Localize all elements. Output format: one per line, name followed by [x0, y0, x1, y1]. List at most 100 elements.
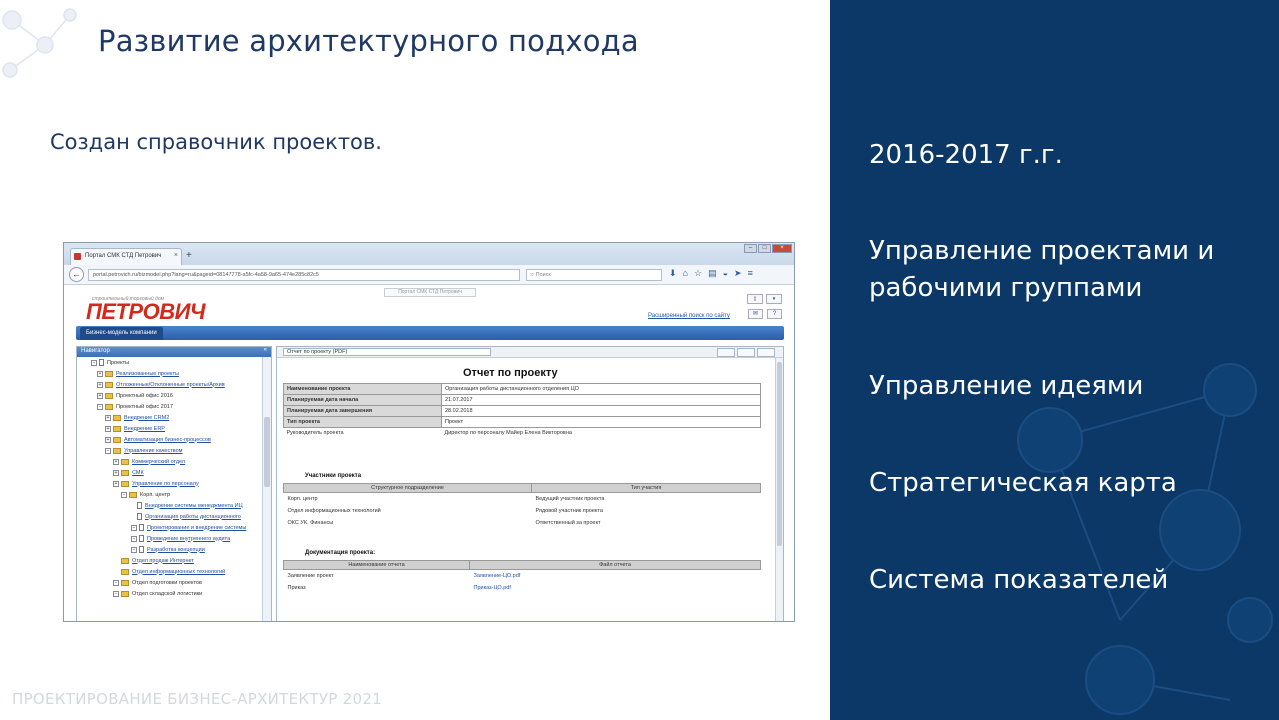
- tree-item[interactable]: + Управление по персоналу: [113, 478, 199, 489]
- help-icon[interactable]: ?: [767, 309, 782, 319]
- navigator-panel: Навигатор « − Проекты + Реализованные прое…: [76, 346, 272, 621]
- new-tab-icon[interactable]: +: [186, 250, 192, 261]
- tree-item[interactable]: − Проектный офис 2017: [97, 401, 173, 412]
- tree-item[interactable]: − Разработка концепции: [131, 544, 205, 555]
- table-row: Руководитель проекта Директор по персонал…: [286, 430, 572, 437]
- item-kpi-system: Система показателей: [869, 565, 1169, 595]
- docs-title: Документация проекта:: [305, 550, 376, 556]
- project-info-table: Наименование проекта Организация работы д…: [283, 383, 761, 439]
- tree-item[interactable]: − Проектирование и внедрение системы: [131, 522, 246, 533]
- tree-item[interactable]: + Реализованные проекты: [97, 368, 179, 379]
- tree-item[interactable]: − Управление качеством: [105, 445, 182, 456]
- browser-toolbar-icons: ⬇ ⌂ ☆ ▤ ◒ ➤ ≡: [669, 268, 753, 279]
- slide-title: Развитие архитектурного подхода: [98, 24, 639, 58]
- report-buttons: [717, 348, 775, 357]
- petrovich-logo[interactable]: ПЕТРОВИЧ: [86, 299, 206, 325]
- table-row: Приказ Приказ-ЦО.pdf: [284, 582, 761, 594]
- address-bar[interactable]: portal.petrovich.ru/bizmodel.php?lang=ru…: [88, 269, 520, 281]
- docs-table: Наименование отчета Файл отчета Заявление…: [283, 560, 761, 594]
- table-row: Заявление проект Заявление-ЦО.pdf: [284, 570, 761, 582]
- tree-item[interactable]: + Автоматизация бизнес-процессов: [105, 434, 211, 445]
- tree-item[interactable]: − Отдел складской логистики: [113, 588, 202, 599]
- menu-icon[interactable]: ≡: [748, 268, 753, 279]
- table-row: Тип проекта Проект: [283, 416, 761, 428]
- table-row: Планируемая дата начала 21.07.2017: [283, 394, 761, 406]
- table-row: ОКС УК. Финансы Ответственный за проект: [287, 519, 601, 526]
- tree-item[interactable]: + Отложенные/Отклоненные проекты/Архив: [97, 379, 225, 390]
- window-controls: – □ ×: [744, 244, 792, 253]
- close-tab-icon[interactable]: ×: [174, 252, 178, 259]
- portal-top-buttons: ▯ ▾: [747, 294, 782, 304]
- doc-link[interactable]: Приказ-ЦО.pdf: [470, 582, 761, 594]
- navigator-header: Навигатор «: [77, 347, 271, 357]
- slide-subtitle: Создан справочник проектов.: [50, 130, 382, 154]
- tree-item[interactable]: − Отдел подготовки проектов: [113, 577, 202, 588]
- tree-item[interactable]: + СМК: [113, 467, 144, 478]
- tree-item[interactable]: Отдел продаж Интернет: [121, 555, 194, 566]
- library-icon[interactable]: ▤: [708, 268, 717, 279]
- portal-page: Портал СМК СТД Петрович строительный тор…: [64, 285, 794, 621]
- search-placeholder: Поиск: [535, 272, 551, 278]
- table-header: Структурное подразделение Тип участия: [283, 483, 761, 493]
- browser-tabbar: Портал СМК СТД Петрович × + – □ ×: [64, 243, 794, 265]
- print-button[interactable]: [757, 348, 775, 357]
- tree-item[interactable]: + Внедрение CRM2: [105, 412, 169, 423]
- tree-item[interactable]: − Проекты: [91, 357, 129, 368]
- minimize-button[interactable]: –: [744, 244, 757, 253]
- tree-item[interactable]: − Проведение внутреннего аудита: [131, 533, 230, 544]
- navigator-title: Навигатор: [81, 348, 110, 354]
- favicon-icon: [74, 253, 81, 260]
- maximize-button[interactable]: □: [758, 244, 771, 253]
- table-header: Наименование отчета Файл отчета: [283, 560, 761, 570]
- mail-icon[interactable]: ✉: [748, 309, 763, 319]
- report-panel: Отчет по проекту (PDF) Отчет по проекту …: [276, 346, 784, 621]
- network-decoration: [2, 8, 77, 78]
- right-panel: 2016-2017 г.г. Управление проектами и ра…: [830, 0, 1279, 720]
- send-icon[interactable]: ➤: [734, 268, 742, 279]
- report-title: Отчет по проекту: [463, 367, 558, 379]
- portal-hint: Портал СМК СТД Петрович: [384, 288, 476, 297]
- close-window-button[interactable]: ×: [772, 244, 792, 253]
- portal-screenshot: Портал СМК СТД Петрович × + – □ × ← port…: [63, 242, 795, 622]
- tree-item[interactable]: − Корп. центр: [121, 489, 170, 500]
- tree-item[interactable]: Организация работы дистанционного: [137, 511, 241, 522]
- tree-item[interactable]: + Коммерческий отдел: [113, 456, 185, 467]
- pocket-icon[interactable]: ◒: [723, 268, 728, 279]
- collapse-icon[interactable]: «: [264, 347, 267, 353]
- portal-help-buttons: ✉ ?: [748, 309, 782, 319]
- table-row: Корп. центр Ведущий участник проекта: [287, 495, 605, 502]
- bookmark-star-icon[interactable]: ☆: [694, 268, 702, 279]
- report-type-select[interactable]: Отчет по проекту (PDF): [283, 348, 491, 356]
- home-icon[interactable]: ⌂: [683, 268, 688, 279]
- participants-title: Участники проекта: [305, 473, 362, 479]
- search-input[interactable]: ⌕ Поиск: [526, 269, 662, 281]
- navigator-scrollbar[interactable]: [262, 357, 271, 621]
- download-button[interactable]: [737, 348, 755, 357]
- report-scrollbar[interactable]: [775, 358, 783, 621]
- report-toolbar: Отчет по проекту (PDF): [277, 347, 783, 358]
- portal-menu-bar: Бизнес-модель компании: [76, 326, 784, 340]
- tablet-icon[interactable]: ▯: [747, 294, 763, 304]
- table-row: Планируемая дата завершения 28.02.2018: [283, 405, 761, 417]
- network-background: [1017, 363, 1273, 715]
- table-row: Наименование проекта Организация работы д…: [283, 383, 761, 395]
- browser-tab[interactable]: Портал СМК СТД Петрович ×: [70, 248, 182, 265]
- participants-table: Структурное подразделение Тип участия Кор…: [283, 483, 761, 529]
- item-idea-management: Управление идеями: [869, 371, 1144, 401]
- tree-item[interactable]: Внедрение системы менеджмента ИЦ: [137, 500, 243, 511]
- doc-link[interactable]: Заявление-ЦО.pdf: [470, 570, 761, 582]
- tree-item[interactable]: Отдел информационных технологий: [121, 566, 225, 577]
- item-project-management: Управление проектами и рабочими группами: [869, 236, 1215, 303]
- tab-title: Портал СМК СТД Петрович: [85, 253, 162, 259]
- slide-footer: ПРОЕКТИРОВАНИЕ БИЗНЕС-АРХИТЕКТУР 2021: [12, 690, 383, 708]
- back-arrow-icon[interactable]: ←: [69, 267, 84, 282]
- tree-item[interactable]: + Внедрение ERP: [105, 423, 165, 434]
- download-icon[interactable]: ⬇: [669, 268, 677, 279]
- advanced-search-link[interactable]: Расширенный поиск по сайту: [648, 313, 730, 319]
- menu-tab-business-model[interactable]: Бизнес-модель компании: [80, 327, 163, 340]
- export-button[interactable]: [717, 348, 735, 357]
- browser-navbar: ← portal.petrovich.ru/bizmodel.php?lang=…: [64, 265, 794, 285]
- tree-item[interactable]: + Проектный офис 2016: [97, 390, 173, 401]
- timeline-years: 2016-2017 г.г.: [869, 140, 1063, 170]
- user-menu-button[interactable]: ▾: [766, 294, 782, 304]
